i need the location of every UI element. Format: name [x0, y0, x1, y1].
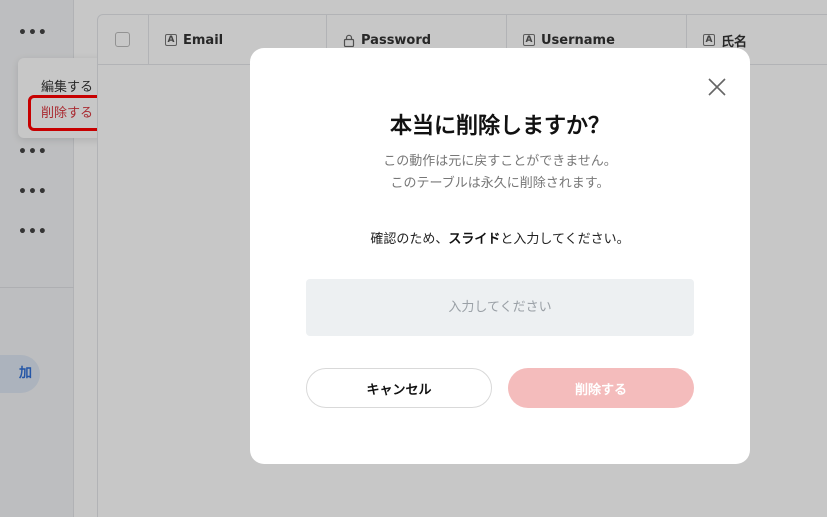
confirm-input[interactable] [306, 279, 694, 336]
close-button[interactable] [705, 75, 729, 99]
confirm-prefix: 確認のため、 [370, 232, 449, 247]
close-icon [708, 78, 726, 96]
description-line-1: この動作は元に戻すことができません。 [383, 154, 617, 169]
dialog-description: この動作は元に戻すことができません。 このテーブルは永久に削除されます。 [250, 151, 750, 195]
dialog-title: 本当に削除しますか？ [389, 114, 610, 139]
confirm-instruction: 確認のため、スライドと入力してください。 [250, 228, 750, 247]
confirm-suffix: と入力してください。 [500, 232, 630, 247]
delete-button[interactable]: 削除する [508, 368, 694, 408]
delete-confirm-dialog: 本当に削除しますか？ この動作は元に戻すことができません。 このテーブルは永久に… [250, 48, 750, 464]
description-line-2: このテーブルは永久に削除されます。 [390, 176, 610, 191]
cancel-button[interactable]: キャンセル [306, 368, 492, 408]
confirm-keyword: スライド [448, 232, 501, 247]
